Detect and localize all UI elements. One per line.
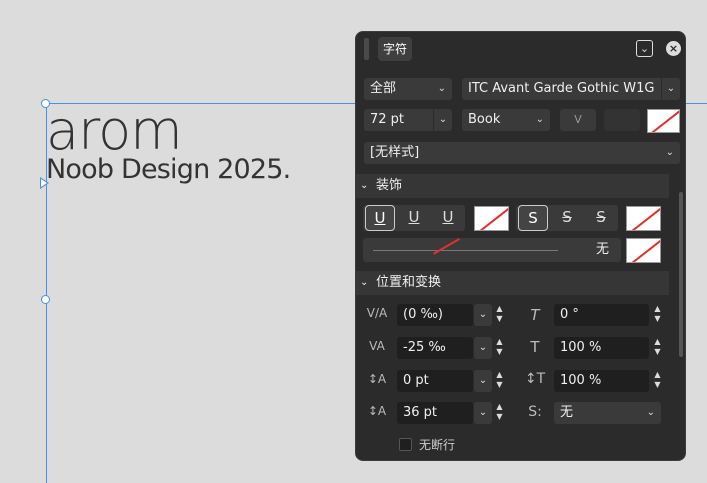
horizontal-scale-field[interactable]: 100 % — [554, 337, 649, 359]
tracking-field[interactable]: -25 ‰ — [397, 337, 473, 359]
tab-character[interactable]: 字符 — [378, 37, 413, 61]
leading-stepper[interactable]: ▲ ▼ — [494, 402, 505, 424]
underline-word-button[interactable]: U — [433, 205, 463, 231]
strikethrough-single-button[interactable]: S — [552, 205, 582, 231]
chevron-down-icon: ⌄ — [437, 83, 446, 94]
font-size-field[interactable]: 72 pt ⌄ — [364, 109, 452, 131]
strikethrough-button-group: S S S — [516, 205, 618, 231]
tracking-icon: VA — [369, 339, 385, 353]
horizontal-scale-stepper[interactable]: ▲ ▼ — [652, 337, 663, 359]
underline-color-swatch[interactable] — [474, 206, 509, 231]
no-break-checkbox[interactable] — [399, 438, 412, 451]
shear-field[interactable]: 0 ° — [554, 304, 649, 326]
chevron-down-icon: ⌄ — [535, 114, 544, 125]
horizontal-scale-icon: T — [530, 338, 540, 356]
chevron-down-icon[interactable]: ⌄ — [636, 40, 653, 57]
vertical-scale-stepper[interactable]: ▲ ▼ — [652, 370, 663, 392]
variable-font-icon: V — [574, 113, 582, 126]
font-style-select[interactable]: Book ⌄ — [462, 109, 550, 131]
variable-font-button[interactable]: V — [560, 109, 596, 131]
canvas-subheading-text[interactable]: Noob Design 2025. — [46, 153, 291, 187]
underline-button-group: U U U — [363, 205, 465, 231]
vertical-scale-icon: ↕T — [524, 371, 546, 387]
font-family-select[interactable]: ITC Avant Garde Gothic W1G ⌄ — [462, 78, 680, 100]
panel-header: 字符 ⌄ × — [356, 32, 685, 68]
chevron-down-icon[interactable]: ⌄ — [474, 402, 492, 424]
tracking-stepper[interactable]: ▲ ▼ — [494, 337, 505, 359]
font-collection-value: 全部 — [370, 81, 397, 96]
kerning-icon: V/A — [366, 306, 388, 320]
close-icon[interactable]: × — [666, 41, 681, 56]
no-break-label: 无断行 — [419, 438, 456, 452]
shear-icon: T — [530, 306, 540, 324]
chevron-down-icon[interactable]: ⌄ — [474, 304, 492, 326]
chevron-down-icon: ⌄ — [665, 147, 674, 158]
chevron-down-icon: ⌄ — [360, 180, 369, 191]
font-size-value: 72 pt — [370, 112, 405, 127]
shear-stepper[interactable]: ▲ ▼ — [652, 304, 663, 326]
panel-scrollbar[interactable] — [679, 192, 683, 357]
decoration-line-weight-slider[interactable]: 无 — [363, 238, 621, 262]
decoration-line-value: 无 — [595, 242, 609, 257]
typographic-case-select[interactable]: 无 ⌄ — [554, 402, 661, 424]
font-option-button[interactable] — [604, 109, 640, 131]
leading-icon: ↕A — [367, 404, 387, 418]
typographic-case-value: 无 — [560, 405, 574, 420]
slider-track — [373, 250, 558, 251]
selection-handle-middle-left[interactable] — [41, 295, 50, 304]
kerning-stepper[interactable]: ▲ ▼ — [494, 304, 505, 326]
outline-text-button[interactable]: S — [518, 205, 548, 231]
strikethrough-double-button[interactable]: S — [586, 205, 616, 231]
paragraph-style-value: [无样式] — [370, 145, 420, 160]
position-section-header[interactable]: ⌄ 位置和变换 — [356, 271, 669, 295]
strikethrough-color-swatch[interactable] — [626, 206, 661, 231]
chevron-down-icon: ⌄ — [661, 78, 680, 100]
chevron-down-icon[interactable]: ⌄ — [474, 370, 492, 392]
baseline-shift-icon: ↕A — [367, 372, 387, 386]
slider-none-indicator — [433, 238, 460, 255]
font-family-value: ITC Avant Garde Gothic W1G — [468, 81, 655, 96]
font-collection-select[interactable]: 全部 ⌄ — [364, 78, 452, 100]
chevron-down-icon: ⌄ — [646, 407, 655, 418]
font-style-value: Book — [468, 112, 501, 127]
text-color-swatch[interactable] — [647, 109, 680, 133]
decoration-line-color-swatch[interactable] — [626, 238, 661, 263]
paragraph-style-select[interactable]: [无样式] ⌄ — [364, 142, 680, 164]
decoration-section-header[interactable]: ⌄ 装饰 — [356, 174, 669, 198]
panel-drag-handle[interactable] — [364, 38, 369, 60]
kerning-field[interactable]: (0 ‰) — [397, 304, 473, 326]
position-section-title: 位置和变换 — [376, 275, 442, 290]
baseline-shift-field[interactable]: 0 pt — [397, 370, 473, 392]
chevron-down-icon: ⌄ — [360, 277, 369, 288]
underline-double-button[interactable]: U — [399, 205, 429, 231]
chevron-down-icon[interactable]: ⌄ — [474, 337, 492, 359]
typographic-case-icon: S: — [528, 404, 542, 420]
decoration-section-title: 装饰 — [376, 178, 403, 193]
underline-single-button[interactable]: U — [365, 205, 395, 231]
vertical-scale-field[interactable]: 100 % — [554, 370, 649, 392]
chevron-down-icon: ⌄ — [433, 109, 452, 131]
leading-field[interactable]: 36 pt — [397, 402, 473, 424]
character-panel: 字符 ⌄ × 全部 ⌄ ITC Avant Garde Gothic W1G ⌄… — [355, 31, 686, 461]
baseline-shift-stepper[interactable]: ▲ ▼ — [494, 370, 505, 392]
